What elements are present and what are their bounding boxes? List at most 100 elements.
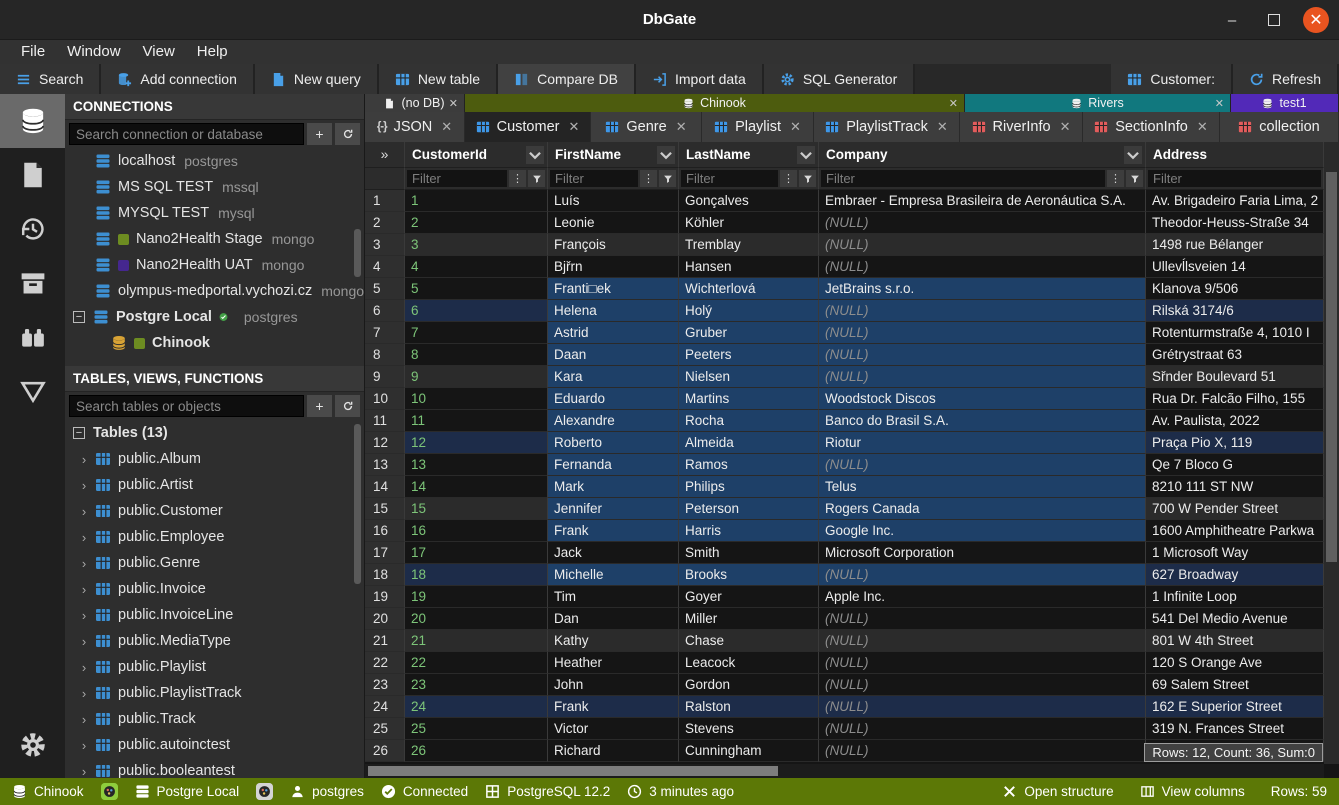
grid-hscroll-thumb[interactable] (368, 766, 778, 776)
close-icon[interactable]: ✕ (790, 119, 801, 135)
toolbar-button-new-table[interactable]: New table (379, 64, 498, 94)
data-cell[interactable]: Helena (548, 300, 679, 322)
row-number[interactable]: 3 (365, 234, 405, 256)
toolbar-button-search[interactable]: Search (0, 64, 101, 94)
data-cell[interactable]: Heather (548, 652, 679, 674)
chevron-right-icon[interactable]: › (77, 556, 91, 571)
table-item[interactable]: ›public.PlaylistTrack (65, 680, 364, 706)
data-cell[interactable]: 3 (405, 234, 548, 256)
row-number[interactable]: 22 (365, 652, 405, 674)
data-cell[interactable]: Rocha (679, 410, 819, 432)
tab-group-test1[interactable]: test1 (1231, 94, 1339, 112)
data-cell[interactable]: Praça Pio X, 119 (1146, 432, 1324, 454)
expand-all-button[interactable]: » (365, 142, 405, 168)
funnel-icon[interactable] (799, 170, 816, 187)
data-cell[interactable]: 69 Salem Street (1146, 674, 1324, 696)
data-cell[interactable]: Ullevĺlsveien 14 (1146, 256, 1324, 278)
menu-item-window[interactable]: Window (56, 40, 131, 64)
status-view-columns[interactable]: View columns (1140, 784, 1245, 799)
data-cell[interactable]: Banco do Brasil S.A. (819, 410, 1146, 432)
chevron-right-icon[interactable]: › (77, 660, 91, 675)
filter-menu-icon[interactable]: ⋮ (780, 170, 797, 187)
data-cell[interactable]: Av. Brigadeiro Faria Lima, 2 (1146, 190, 1324, 212)
chevron-right-icon[interactable]: › (77, 478, 91, 493)
chevron-right-icon[interactable]: › (77, 738, 91, 753)
data-cell[interactable]: Wichterlová (679, 278, 819, 300)
data-cell[interactable]: 8 (405, 344, 548, 366)
data-cell[interactable]: Frank (548, 520, 679, 542)
data-cell[interactable]: Philips (679, 476, 819, 498)
chevron-right-icon[interactable]: › (77, 634, 91, 649)
data-cell[interactable]: Roberto (548, 432, 679, 454)
row-number[interactable]: 17 (365, 542, 405, 564)
close-icon[interactable]: ✕ (1215, 97, 1224, 110)
data-cell[interactable]: 627 Broadway (1146, 564, 1324, 586)
data-cell[interactable]: JetBrains s.r.o. (819, 278, 1146, 300)
data-cell[interactable]: (NULL) (819, 212, 1146, 234)
data-cell[interactable]: 120 S Orange Ave (1146, 652, 1324, 674)
close-icon[interactable]: ✕ (568, 119, 579, 135)
filter-input[interactable]: Filter (681, 170, 778, 187)
data-cell[interactable]: 14 (405, 476, 548, 498)
row-number[interactable]: 23 (365, 674, 405, 696)
data-cell[interactable]: Hansen (679, 256, 819, 278)
data-cell[interactable]: (NULL) (819, 564, 1146, 586)
data-cell[interactable]: Telus (819, 476, 1146, 498)
data-cell[interactable]: Astrid (548, 322, 679, 344)
close-icon[interactable]: ✕ (676, 119, 687, 135)
data-cell[interactable]: 20 (405, 608, 548, 630)
status-postgres[interactable]: postgres (290, 784, 364, 799)
data-cell[interactable]: Martins (679, 388, 819, 410)
rail-plugins-icon[interactable] (0, 310, 65, 364)
connections-add-button[interactable]: + (307, 123, 332, 145)
close-icon[interactable]: ✕ (449, 97, 458, 110)
close-icon[interactable]: ✕ (1060, 119, 1071, 135)
funnel-icon[interactable] (659, 170, 676, 187)
data-cell[interactable]: Embraer - Empresa Brasileira de Aeronáut… (819, 190, 1146, 212)
status-postgre-local[interactable]: Postgre Local (135, 784, 240, 799)
connections-scrollbar[interactable] (354, 229, 361, 277)
toolbar-button-add-connection[interactable]: Add connection (101, 64, 255, 94)
rail-archive-icon[interactable] (0, 256, 65, 310)
tab-customer[interactable]: Customer✕ (465, 112, 591, 142)
rail-database-icon[interactable] (0, 94, 65, 148)
row-number[interactable]: 5 (365, 278, 405, 300)
close-icon[interactable]: ✕ (937, 119, 948, 135)
data-cell[interactable]: 23 (405, 674, 548, 696)
data-cell[interactable]: Ramos (679, 454, 819, 476)
row-number[interactable]: 20 (365, 608, 405, 630)
data-cell[interactable]: 541 Del Medio Avenue (1146, 608, 1324, 630)
data-cell[interactable]: 13 (405, 454, 548, 476)
connection-item[interactable]: olympus-medportal.vychozi.czmongo (65, 278, 364, 304)
toolbar-button-sql-generator[interactable]: SQL Generator (764, 64, 915, 94)
data-cell[interactable]: 16 (405, 520, 548, 542)
table-item[interactable]: ›public.InvoiceLine (65, 602, 364, 628)
connection-item[interactable]: −Postgre Localpostgres (65, 304, 364, 330)
rail-settings-gear-icon[interactable] (0, 718, 65, 772)
column-header-company[interactable]: Company (819, 142, 1146, 168)
chevron-right-icon[interactable]: › (77, 764, 91, 779)
row-number[interactable]: 11 (365, 410, 405, 432)
chevron-right-icon[interactable]: › (77, 712, 91, 727)
data-cell[interactable]: (NULL) (819, 652, 1146, 674)
column-header-customerid[interactable]: CustomerId (405, 142, 548, 168)
data-cell[interactable]: 1 Infinite Loop (1146, 586, 1324, 608)
data-cell[interactable]: Jack (548, 542, 679, 564)
database-item[interactable]: Chinook (65, 330, 364, 356)
row-number[interactable]: 24 (365, 696, 405, 718)
tab-collection[interactable]: collection (1220, 112, 1339, 142)
data-cell[interactable]: Fernanda (548, 454, 679, 476)
connections-search-input[interactable] (69, 123, 304, 145)
data-cell[interactable]: François (548, 234, 679, 256)
row-number[interactable]: 7 (365, 322, 405, 344)
tab-group-nodb[interactable]: (no DB)✕ (365, 94, 465, 112)
data-cell[interactable]: Ralston (679, 696, 819, 718)
menu-item-file[interactable]: File (10, 40, 56, 64)
data-cell[interactable]: Tim (548, 586, 679, 608)
data-cell[interactable]: Nielsen (679, 366, 819, 388)
status-app-badge[interactable] (101, 783, 118, 800)
data-cell[interactable]: Harris (679, 520, 819, 542)
row-number[interactable]: 1 (365, 190, 405, 212)
data-cell[interactable]: Dan (548, 608, 679, 630)
data-cell[interactable]: Daan (548, 344, 679, 366)
